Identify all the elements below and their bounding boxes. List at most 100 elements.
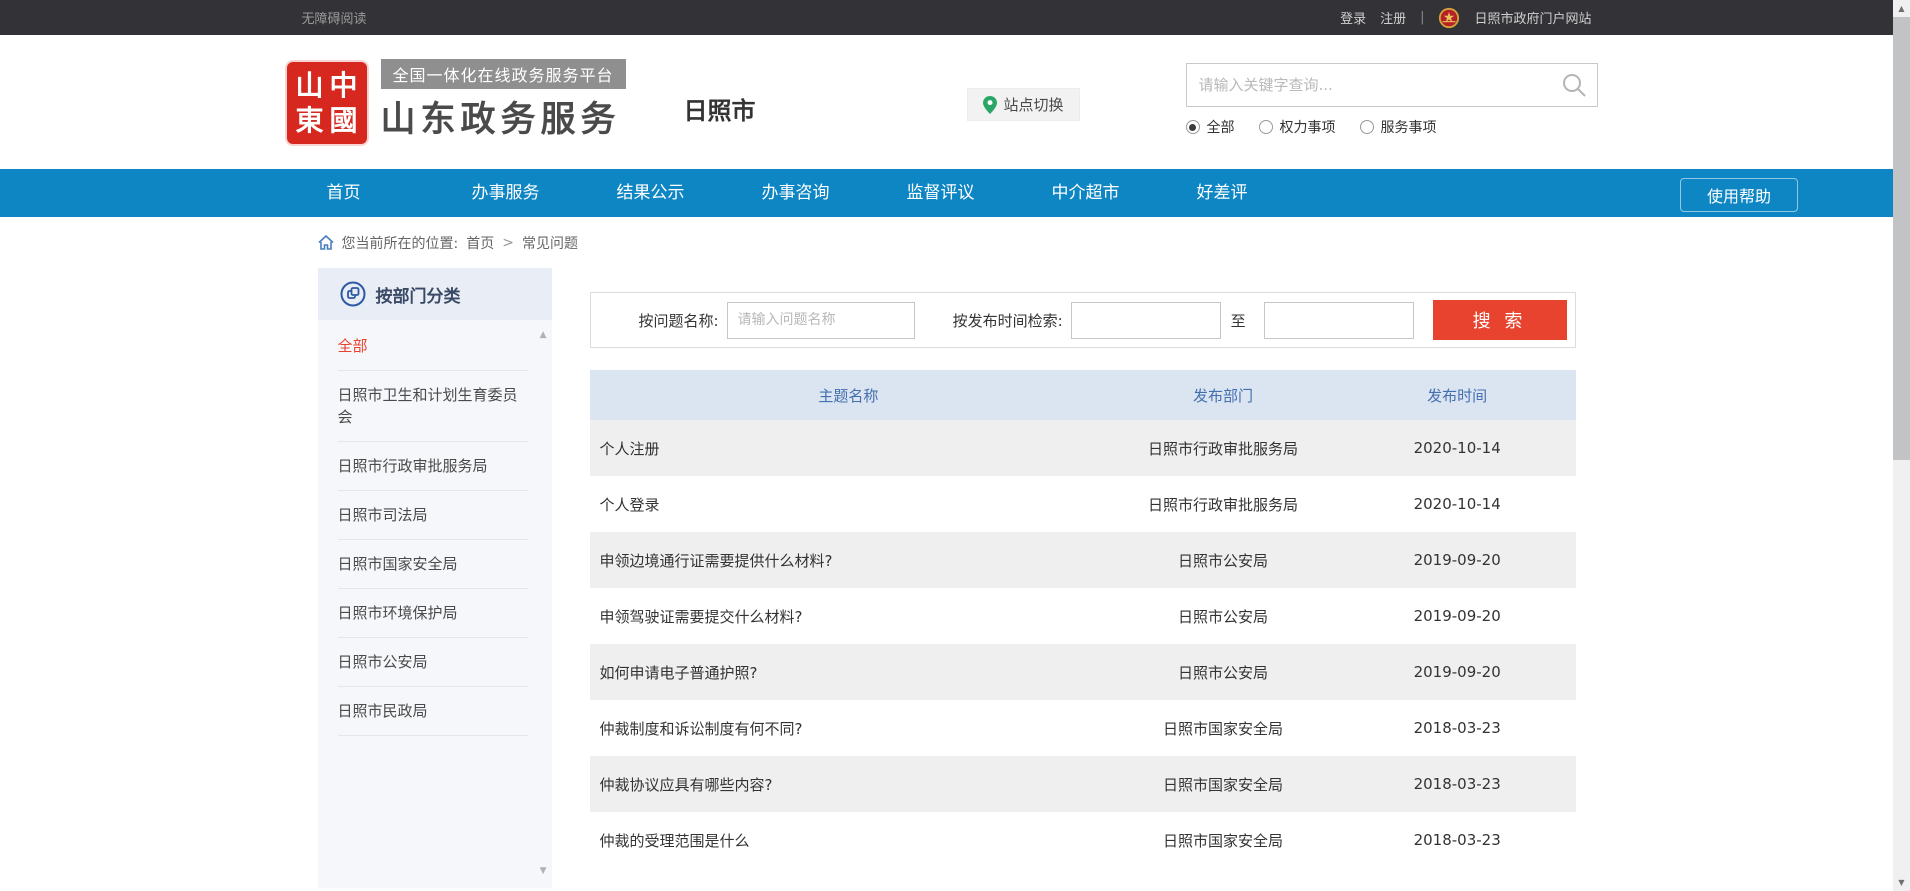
national-emblem-icon [1438, 7, 1460, 29]
question-title[interactable]: 仲裁制度和诉讼制度有何不同? [590, 718, 1108, 739]
search-icon[interactable] [1561, 72, 1587, 98]
radio-dot-icon [1360, 120, 1374, 134]
publish-date: 2018-03-23 [1339, 775, 1576, 793]
column-header-title: 主题名称 [590, 385, 1108, 406]
publish-department: 日照市行政审批服务局 [1107, 438, 1339, 459]
publish-date: 2019-09-20 [1339, 663, 1576, 681]
city-name: 日照市 [684, 91, 756, 126]
breadcrumb: 您当前所在的位置: 首页 > 常见问题 [0, 217, 1893, 268]
publish-department: 日照市公安局 [1107, 662, 1339, 683]
radio-service-items[interactable]: 服务事项 [1360, 117, 1437, 137]
sidebar-item-environment[interactable]: 日照市环境保护局 [338, 589, 528, 638]
breadcrumb-current: 常见问题 [522, 233, 578, 253]
column-header-department: 发布部门 [1107, 385, 1339, 406]
sidebar-item-civil-affairs[interactable]: 日照市民政局 [338, 687, 528, 736]
page-scrollbar[interactable]: ▲ ▼ [1893, 0, 1910, 891]
nav-item-results[interactable]: 结果公示 [617, 169, 762, 217]
question-title[interactable]: 个人注册 [590, 438, 1108, 459]
date-from-input[interactable] [1071, 302, 1221, 339]
portal-link[interactable]: 日照市政府门户网站 [1474, 8, 1591, 27]
table-row[interactable]: 申领边境通行证需要提供什么材料? 日照市公安局 2019-09-20 [590, 532, 1576, 588]
home-icon [318, 235, 334, 250]
table-row[interactable]: 个人登录 日照市行政审批服务局 2020-10-14 [590, 476, 1576, 532]
date-to-input[interactable] [1264, 302, 1414, 339]
category-icon [340, 281, 366, 307]
nav-item-rating[interactable]: 好差评 [1197, 169, 1342, 217]
sidebar-list: ▲ 全部 日照市卫生和计划生育委员会 日照市行政审批服务局 日照市司法局 日照市… [318, 320, 552, 888]
publish-department: 日照市公安局 [1107, 550, 1339, 571]
topbar-separator: | [1420, 10, 1424, 25]
radio-label: 权力事项 [1280, 117, 1336, 137]
scrollbar-up-icon[interactable]: ▲ [1893, 0, 1910, 17]
shandong-seal-logo: 山 中 東 國 [287, 62, 367, 144]
radio-label: 服务事项 [1381, 117, 1437, 137]
scrollbar-down-icon[interactable]: ▼ [1893, 874, 1910, 891]
seal-char: 東 [293, 103, 327, 138]
breadcrumb-separator: > [502, 235, 514, 251]
nav-item-consult[interactable]: 办事咨询 [762, 169, 907, 217]
nav-item-supervision[interactable]: 监督评议 [907, 169, 1052, 217]
question-title[interactable]: 个人登录 [590, 494, 1108, 515]
table-row[interactable]: 申领驾驶证需要提交什么材料? 日照市公安局 2019-09-20 [590, 588, 1576, 644]
seal-char: 中 [327, 68, 361, 103]
question-table: 主题名称 发布部门 发布时间 个人注册 日照市行政审批服务局 2020-10-1… [590, 370, 1576, 868]
table-row[interactable]: 仲裁制度和诉讼制度有何不同? 日照市国家安全局 2018-03-23 [590, 700, 1576, 756]
question-title[interactable]: 仲裁的受理范围是什么 [590, 830, 1108, 851]
scroll-down-icon[interactable]: ▼ [540, 866, 547, 876]
seal-char: 國 [327, 103, 361, 138]
sidebar-item-public-security[interactable]: 日照市公安局 [338, 638, 528, 687]
sidebar-item-health-commission[interactable]: 日照市卫生和计划生育委员会 [338, 371, 528, 442]
radio-all[interactable]: 全部 [1186, 117, 1235, 137]
search-scope-radios: 全部 权力事项 服务事项 [1186, 117, 1598, 137]
radio-power-items[interactable]: 权力事项 [1259, 117, 1336, 137]
table-row[interactable]: 仲裁的受理范围是什么 日照市国家安全局 2018-03-23 [590, 812, 1576, 868]
search-button[interactable]: 搜 索 [1433, 300, 1567, 340]
nav-item-services[interactable]: 办事服务 [472, 169, 617, 217]
nav-item-home[interactable]: 首页 [327, 169, 472, 217]
question-name-input[interactable] [727, 302, 915, 339]
table-row[interactable]: 仲裁协议应具有哪些内容? 日照市国家安全局 2018-03-23 [590, 756, 1576, 812]
accessibility-link[interactable]: 无障碍阅读 [302, 8, 367, 27]
question-title[interactable]: 申领边境通行证需要提供什么材料? [590, 550, 1108, 571]
sidebar-item-admin-approval[interactable]: 日照市行政审批服务局 [338, 442, 528, 491]
breadcrumb-prefix: 您当前所在的位置: [342, 233, 459, 253]
radio-dot-icon [1186, 120, 1200, 134]
nav-item-agency[interactable]: 中介超市 [1052, 169, 1197, 217]
site-switch-button[interactable]: 站点切换 [967, 88, 1080, 121]
sidebar-title: 按部门分类 [376, 282, 461, 307]
topbar: 无障碍阅读 登录 注册 | 日照市政府门户网站 [0, 0, 1893, 35]
publish-date-label: 按发布时间检索: [953, 310, 1063, 331]
question-name-label: 按问题名称: [639, 310, 719, 331]
help-button[interactable]: 使用帮助 [1680, 178, 1798, 212]
publish-department: 日照市国家安全局 [1107, 774, 1339, 795]
location-pin-icon [983, 96, 997, 114]
filter-bar: 按问题名称: 按发布时间检索: 至 搜 索 [590, 292, 1576, 348]
publish-date: 2019-09-20 [1339, 551, 1576, 569]
sidebar-item-all[interactable]: 全部 [338, 322, 528, 371]
search-input[interactable] [1187, 76, 1561, 94]
sidebar-item-justice[interactable]: 日照市司法局 [338, 491, 528, 540]
site-switch-label: 站点切换 [1004, 94, 1064, 115]
scroll-up-icon[interactable]: ▲ [540, 330, 547, 340]
date-to-label: 至 [1231, 310, 1246, 331]
main-panel: 按问题名称: 按发布时间检索: 至 搜 索 主题名称 发布部门 发布时间 [590, 268, 1576, 868]
table-row[interactable]: 如何申请电子普通护照? 日照市公安局 2019-09-20 [590, 644, 1576, 700]
publish-date: 2018-03-23 [1339, 719, 1576, 737]
question-title[interactable]: 如何申请电子普通护照? [590, 662, 1108, 683]
sidebar-item-state-security[interactable]: 日照市国家安全局 [338, 540, 528, 589]
scrollbar-thumb[interactable] [1893, 17, 1910, 460]
site-logo[interactable]: 山 中 東 國 全国一体化在线政务服务平台 山东政务服务 [287, 59, 626, 144]
table-row[interactable]: 个人注册 日照市行政审批服务局 2020-10-14 [590, 420, 1576, 476]
publish-department: 日照市公安局 [1107, 606, 1339, 627]
login-link[interactable]: 登录 [1340, 8, 1366, 27]
column-header-date: 发布时间 [1339, 385, 1576, 406]
question-title[interactable]: 申领驾驶证需要提交什么材料? [590, 606, 1108, 627]
sidebar-header: 按部门分类 [318, 268, 552, 320]
platform-badge: 全国一体化在线政务服务平台 [381, 59, 626, 89]
content: 按部门分类 ▲ 全部 日照市卫生和计划生育委员会 日照市行政审批服务局 日照市司… [0, 268, 1893, 888]
question-title[interactable]: 仲裁协议应具有哪些内容? [590, 774, 1108, 795]
breadcrumb-home[interactable]: 首页 [466, 233, 494, 253]
search-box [1186, 63, 1598, 107]
register-link[interactable]: 注册 [1380, 8, 1406, 27]
radio-dot-icon [1259, 120, 1273, 134]
